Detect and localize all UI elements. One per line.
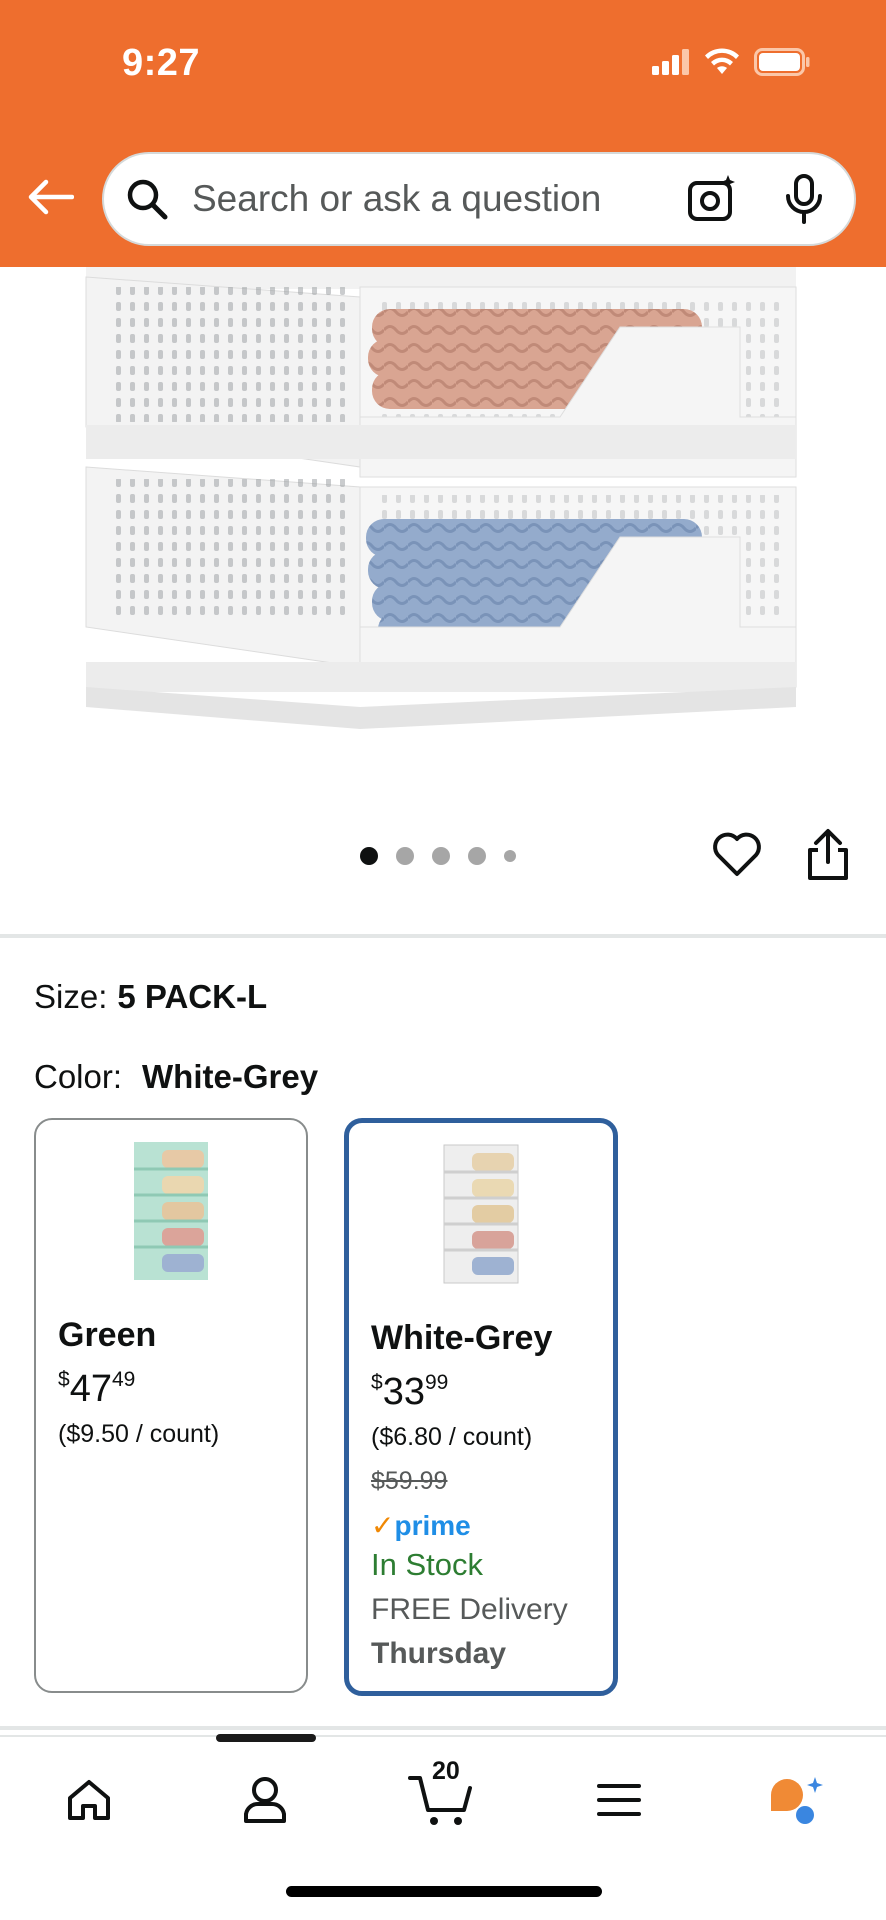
back-button[interactable] <box>24 170 78 224</box>
heart-icon[interactable] <box>712 830 762 880</box>
swatch-price: $4749 <box>58 1368 136 1410</box>
color-label: Color: <box>34 1058 123 1095</box>
unit-price: ($9.50 / count) <box>58 1420 220 1448</box>
prime-check-icon: ✓ <box>371 1510 395 1541</box>
swatch-name: White-Grey <box>371 1319 553 1357</box>
pagination-dot[interactable] <box>468 847 486 865</box>
color-selector: Color: White-Grey <box>34 1058 318 1096</box>
wifi-icon <box>705 48 739 74</box>
size-label: Size: <box>34 978 108 1015</box>
pagination-dot[interactable] <box>504 850 516 862</box>
size-value: 5 PACK-L <box>117 978 268 1015</box>
arrow-left-icon <box>28 179 74 215</box>
nav-rufus[interactable] <box>762 1765 832 1835</box>
rufus-icon <box>771 1777 823 1824</box>
list-price: $59.99 <box>371 1467 448 1495</box>
swatch-name: Green <box>58 1316 157 1354</box>
nav-account[interactable] <box>230 1765 300 1835</box>
home-indicator[interactable] <box>286 1886 602 1897</box>
share-icon[interactable] <box>804 828 852 882</box>
search-input[interactable]: Search or ask a question <box>192 178 686 220</box>
availability: In Stock <box>371 1547 483 1582</box>
unit-price: ($6.80 / count) <box>371 1423 533 1451</box>
swatch-white-grey[interactable]: White-Grey $3399 ($6.80 / count) $59.99 … <box>344 1118 618 1696</box>
menu-icon <box>597 1784 641 1816</box>
product-image[interactable] <box>0 267 886 797</box>
swatch-thumbnail <box>134 1142 208 1280</box>
swatch-price: $3399 <box>371 1371 449 1413</box>
delivery-day: Thursday <box>371 1637 507 1670</box>
status-time: 9:27 <box>122 42 201 84</box>
nav-home[interactable] <box>54 1765 124 1835</box>
home-icon <box>68 1780 110 1820</box>
search-bar[interactable]: Search or ask a question <box>102 152 856 246</box>
nav-separator <box>0 1726 886 1730</box>
drawer-handle[interactable] <box>216 1734 316 1742</box>
swatch-thumbnail <box>443 1144 519 1284</box>
prime-badge: ✓prime <box>371 1510 471 1541</box>
section-divider <box>0 934 886 938</box>
color-value: White-Grey <box>142 1058 319 1095</box>
pagination-dot[interactable] <box>396 847 414 865</box>
size-selector[interactable]: Size: 5 PACK-L <box>34 978 267 1016</box>
nav-menu[interactable] <box>584 1765 654 1835</box>
search-icon <box>124 176 170 222</box>
swatch-green[interactable]: Green $4749 ($9.50 / count) <box>34 1118 308 1693</box>
delivery-text: FREE Delivery <box>371 1593 568 1626</box>
header: 9:27 Search or ask a question <box>0 0 886 267</box>
pagination-dot[interactable] <box>360 847 378 865</box>
microphone-icon[interactable] <box>780 173 828 225</box>
camera-search-icon[interactable] <box>686 173 738 225</box>
signal-icon <box>652 49 689 75</box>
account-icon <box>244 1777 286 1823</box>
cart-count-badge: 20 <box>432 1757 460 1785</box>
image-pagination[interactable] <box>360 847 516 865</box>
product-photo <box>85 267 797 729</box>
pagination-dot[interactable] <box>432 847 450 865</box>
battery-icon <box>754 48 810 76</box>
status-icons <box>652 48 810 76</box>
